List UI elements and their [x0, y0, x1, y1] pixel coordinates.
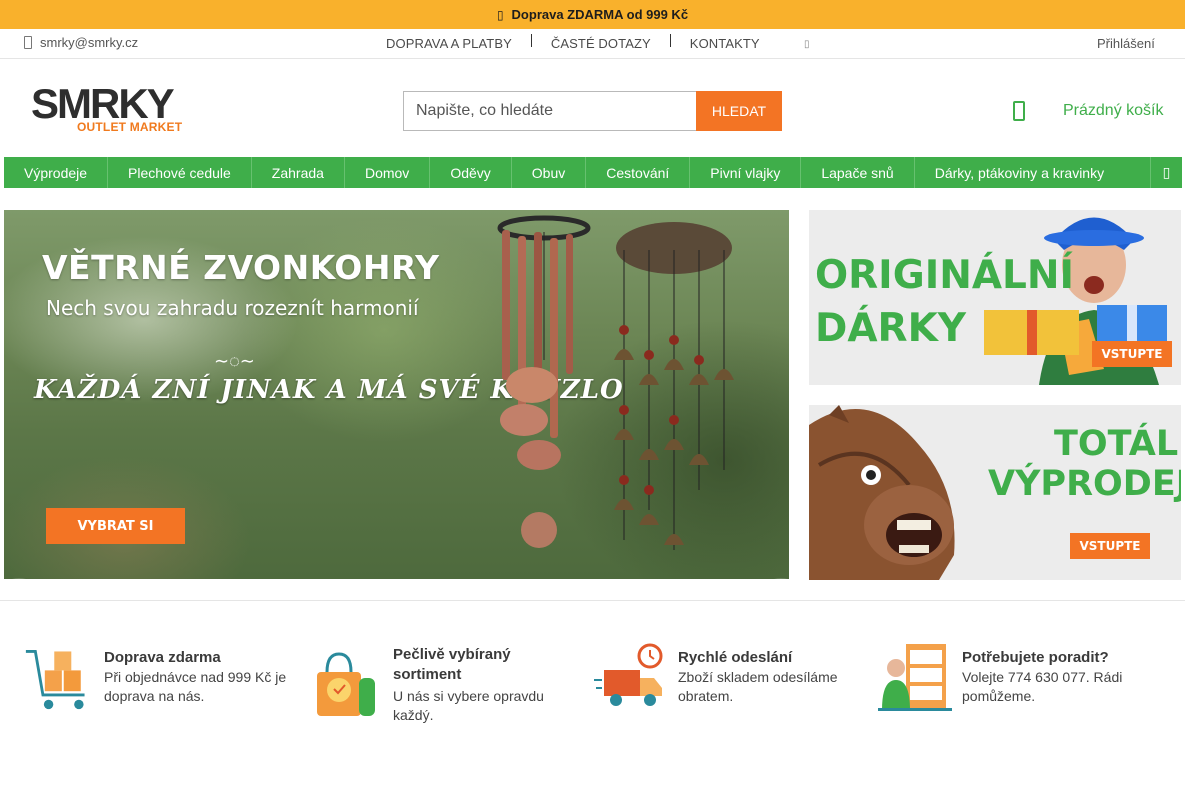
section-divider [0, 600, 1185, 601]
nav-item-domov[interactable]: Domov [345, 157, 431, 188]
feature-title: Potřebujete poradit? [962, 649, 1109, 666]
shop-assistant-icon [878, 644, 952, 711]
ornament-icon: ∼◌∼ [214, 351, 255, 371]
language-icon[interactable]: ▯ [804, 39, 810, 50]
nav-item-pivni-vlajky[interactable]: Pivní vlajky [690, 157, 802, 188]
search-form: HLEDAT [403, 91, 782, 131]
banner-title-line2: VÝPRODEJ [988, 464, 1181, 504]
truck-icon: ▯ [496, 7, 504, 22]
search-button[interactable]: HLEDAT [696, 91, 782, 131]
banner-original-gifts[interactable]: ORIGINÁLNÍ DÁRKY VSTUPTE [809, 210, 1181, 385]
feature-desc: Zboží skladem odesíláme obratem. [678, 669, 838, 704]
link-contacts[interactable]: KONTAKTY [690, 36, 760, 51]
email-link[interactable]: smrky@smrky.cz [40, 35, 138, 50]
link-faq[interactable]: ČASTÉ DOTAZY [551, 36, 651, 51]
nav-item-darky[interactable]: Dárky, ptákoviny a kravinky [915, 157, 1124, 188]
category-nav: Výprodeje Plechové cedule Zahrada Domov … [4, 157, 1182, 188]
nav-item-lapace-snu[interactable]: Lapače snů [801, 157, 915, 188]
hero-title: VĚTRNÉ ZVONKOHRY [42, 248, 440, 287]
hero-slider[interactable]: VĚTRNÉ ZVONKOHRY Nech svou zahradu rozez… [4, 210, 789, 579]
free-shipping-text: Doprava ZDARMA od 999 Kč [511, 7, 689, 22]
feature-desc: U nás si vybere opravdu každý. [393, 688, 544, 723]
free-shipping-bar: ▯ Doprava ZDARMA od 999 Kč [0, 0, 1185, 29]
site-logo[interactable]: SMRKY OUTLET MARKET [31, 80, 191, 135]
cart-link[interactable]: Prázdný košík [1013, 101, 1163, 121]
feature-desc: Volejte 774 630 077. Rádi pomůžeme. [962, 669, 1123, 704]
link-shipping-payment[interactable]: DOPRAVA A PLATBY [386, 36, 512, 51]
banner-enter-button[interactable]: VSTUPTE [1070, 533, 1150, 559]
nav-item-obuv[interactable]: Obuv [512, 157, 587, 188]
menu-more-icon[interactable]: ▯ [1150, 157, 1182, 188]
logo-tagline: OUTLET MARKET [77, 120, 183, 134]
feature-title: Pečlivě vybíraný sortiment [393, 646, 511, 683]
shopping-bag-icon [317, 652, 375, 716]
feature-free-shipping: Doprava zdarma Při objednávce nad 999 Kč… [24, 640, 294, 714]
phone-icon [24, 36, 32, 49]
wind-chimes-image [497, 215, 734, 550]
logo-wordmark: SMRKY [31, 80, 175, 127]
feature-curated-range: Pečlivě vybíraný sortiment U nás si vybe… [309, 645, 589, 725]
cart-label: Prázdný košík [1063, 102, 1164, 119]
banner-title-line1: ORIGINÁLNÍ [815, 253, 1075, 298]
feature-support: Potřebujete poradit? Volejte 774 630 077… [878, 640, 1178, 714]
delivery-truck-icon [594, 643, 663, 706]
cart-icon [1013, 101, 1025, 121]
banner-enter-button[interactable]: VSTUPTE [1092, 341, 1172, 367]
link-separator [669, 34, 671, 47]
banner-title-line1: TOTÁLNÍ [1054, 424, 1181, 464]
cart-boxes-icon [25, 650, 85, 710]
banner-title-line2: DÁRKY [815, 306, 967, 351]
hero-cta-button[interactable]: VYBRAT SI [46, 508, 185, 544]
feature-title: Rychlé odeslání [678, 649, 793, 666]
banner-total-sale[interactable]: TOTÁLNÍ VÝPRODEJ VSTUPTE [809, 405, 1181, 580]
feature-title: Doprava zdarma [104, 649, 221, 666]
nav-item-odevy[interactable]: Oděvy [430, 157, 512, 188]
feature-desc: Při objednávce nad 999 Kč je doprava na … [104, 669, 287, 704]
nav-item-zahrada[interactable]: Zahrada [252, 157, 345, 188]
hero-subtitle: Nech svou zahradu rozeznít harmonií [46, 296, 419, 320]
search-input[interactable] [403, 91, 696, 131]
login-link[interactable]: Přihlášení [1097, 36, 1155, 51]
nav-item-cestovani[interactable]: Cestování [586, 157, 691, 188]
feature-fast-dispatch: Rychlé odeslání Zboží skladem odesíláme … [594, 640, 874, 714]
link-separator [530, 34, 532, 47]
email-contact[interactable]: smrky@smrky.cz [24, 35, 138, 50]
utility-links: DOPRAVA A PLATBY ČASTÉ DOTAZY KONTAKTY [386, 34, 760, 51]
nav-item-vyprodeje[interactable]: Výprodeje [4, 157, 109, 188]
nav-item-plechove-cedule[interactable]: Plechové cedule [108, 157, 252, 188]
utility-bar: smrky@smrky.cz DOPRAVA A PLATBY ČASTÉ DO… [0, 29, 1185, 59]
